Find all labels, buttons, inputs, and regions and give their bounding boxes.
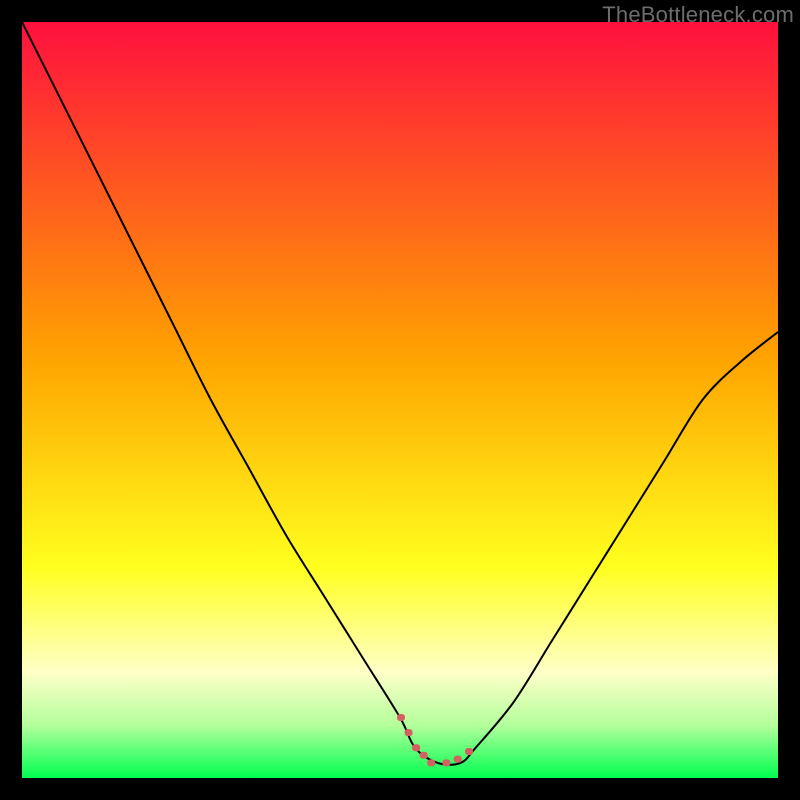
optimal-dot — [420, 752, 428, 759]
bottleneck-chart — [22, 22, 778, 778]
gradient-background — [22, 22, 778, 778]
optimal-dot — [427, 759, 435, 766]
optimal-dot — [465, 748, 473, 755]
attribution-text: TheBottleneck.com — [602, 2, 794, 28]
optimal-dot — [454, 756, 462, 763]
optimal-dot — [397, 714, 405, 721]
chart-svg — [22, 22, 778, 778]
optimal-dot — [405, 729, 413, 736]
optimal-dot — [412, 744, 420, 751]
optimal-dot — [442, 759, 450, 766]
